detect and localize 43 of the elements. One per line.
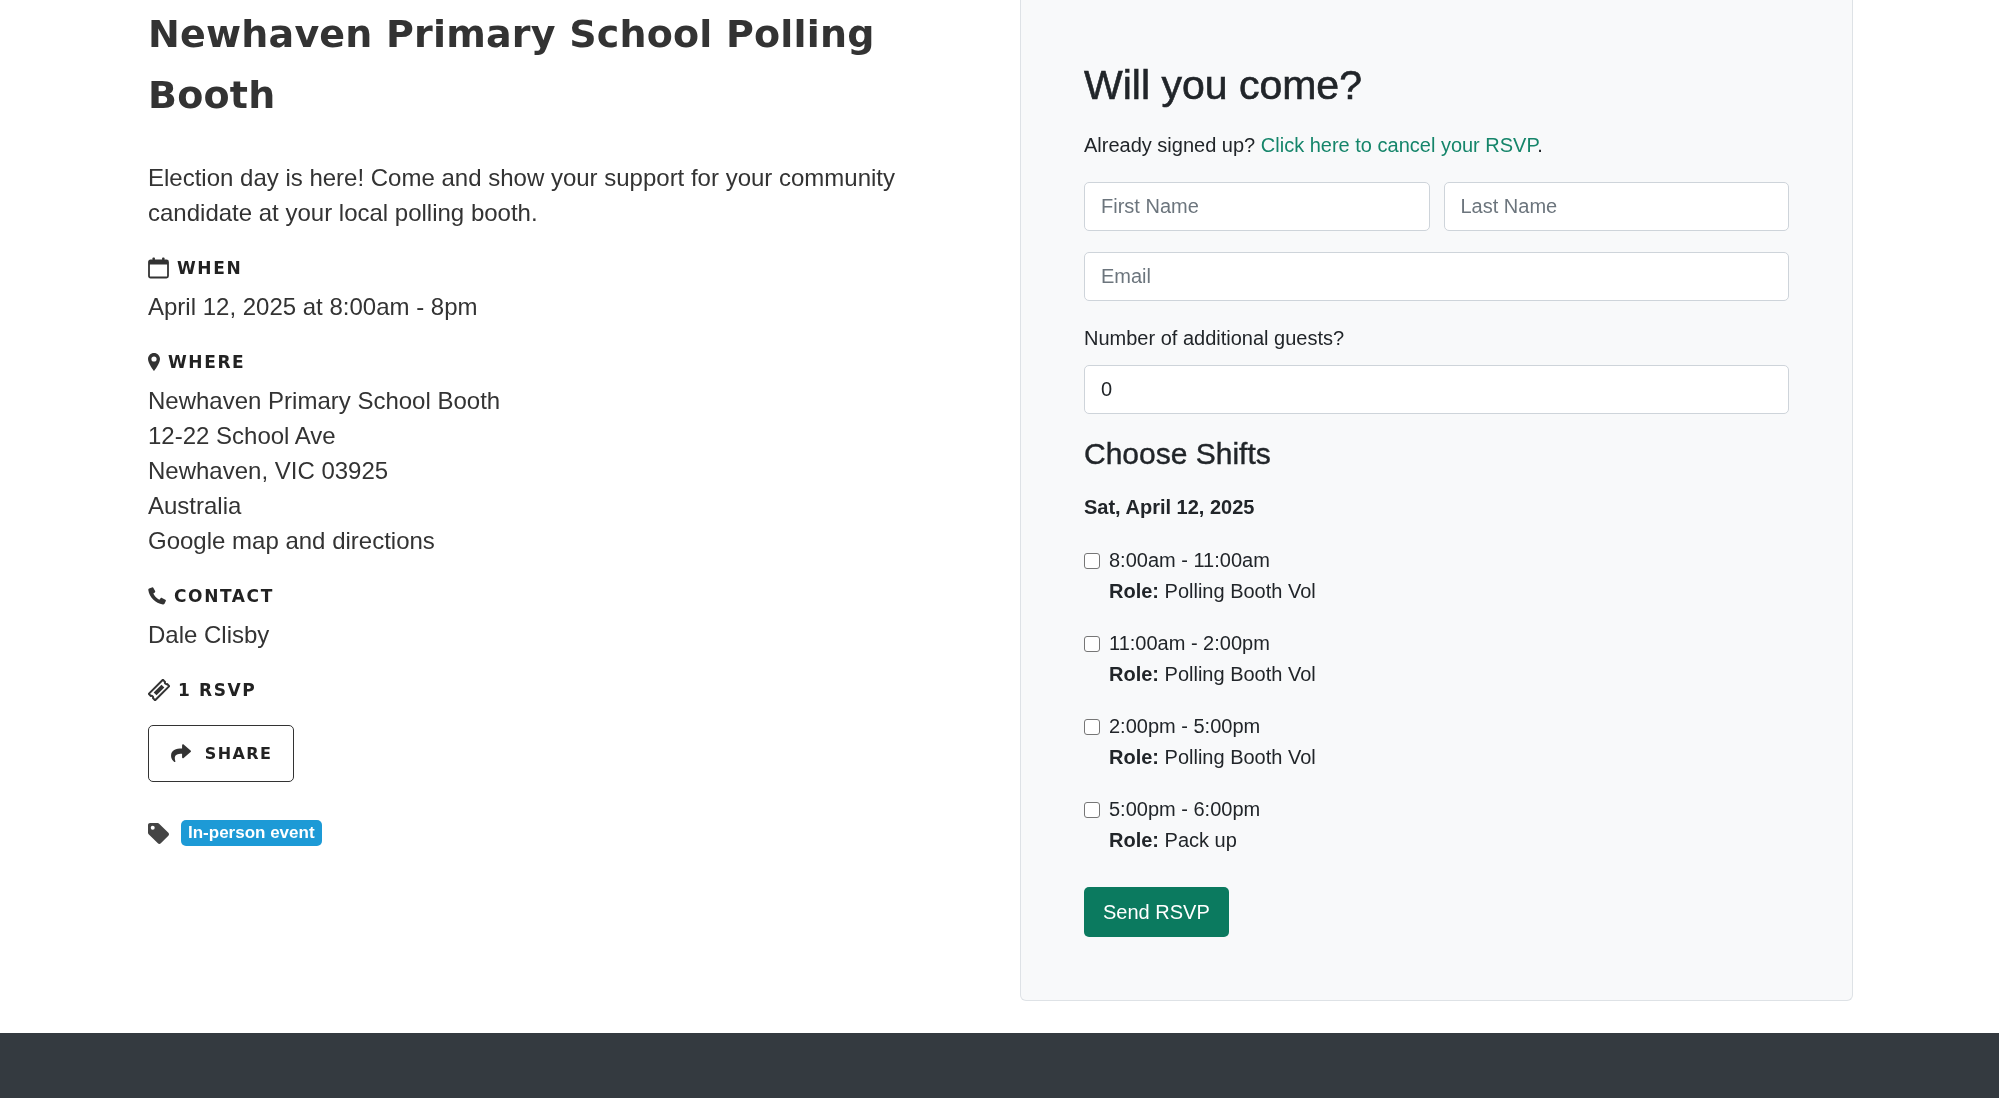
ticket-icon <box>148 679 170 701</box>
map-link[interactable]: Google map and directions <box>148 523 435 558</box>
shift-time[interactable]: 11:00am - 2:00pm <box>1109 628 1270 659</box>
section-heading: Choose Shifts <box>1084 436 1272 472</box>
input-field[interactable]: First Name <box>1084 182 1430 231</box>
rsvp-count: 1 RSVP <box>178 679 257 702</box>
number-field[interactable]: 0 <box>1084 365 1789 414</box>
shift-role: Role: Pack up <box>1108 828 1238 853</box>
checkbox[interactable] <box>1084 718 1100 735</box>
section-label: CONTACT <box>174 585 274 608</box>
event-title: Newhaven Primary School Polling Booth <box>148 11 876 119</box>
shift-date: Sat, April 12, 2025 <box>1084 495 1256 520</box>
detail-text: Newhaven, VIC 03925 <box>148 456 389 486</box>
detail-text: Dale Clisby <box>148 620 270 650</box>
shift-time[interactable]: 8:00am - 11:00am <box>1109 545 1270 576</box>
section-label: WHEN <box>177 257 243 280</box>
field-label: Number of additional guests? <box>1084 326 1346 351</box>
checkbox[interactable] <box>1084 801 1100 818</box>
tag-icon <box>148 822 169 844</box>
detail-text: Australia <box>148 491 242 521</box>
shift-time[interactable]: 5:00pm - 6:00pm <box>1109 794 1261 825</box>
detail-text: Newhaven Primary School Booth <box>148 386 501 416</box>
cancel-prompt: Already signed up? Click here to cancel your RSVP. <box>1084 133 1544 158</box>
input-field[interactable]: Email <box>1084 252 1789 301</box>
checkbox[interactable] <box>1084 552 1100 569</box>
form-title: Will you come? <box>1084 61 1363 110</box>
phone-icon <box>148 587 166 605</box>
send-rsvp-button[interactable]: Send RSVP <box>1084 887 1229 937</box>
checkbox[interactable] <box>1084 635 1100 652</box>
section-label: WHERE <box>168 351 246 374</box>
detail-text: 12-22 School Ave <box>148 421 336 451</box>
map-pin-icon <box>148 353 160 371</box>
share-button[interactable]: SHARE <box>148 725 294 782</box>
cancel-link[interactable]: Click here to cancel your RSVP <box>1260 134 1538 156</box>
calendar-icon <box>148 257 169 279</box>
event-description: Election day is here! Come and show your support for your community candidate at your local polling booth. <box>148 163 896 228</box>
detail-text: April 12, 2025 at 8:00am - 8pm <box>148 292 478 322</box>
share-arrow-icon <box>169 744 191 763</box>
shift-time[interactable]: 2:00pm - 5:00pm <box>1109 711 1261 742</box>
shift-role: Role: Polling Booth Vol <box>1108 662 1317 687</box>
input-field[interactable]: Last Name <box>1443 182 1789 231</box>
shift-role: Role: Polling Booth Vol <box>1108 579 1317 604</box>
shift-role: Role: Polling Booth Vol <box>1108 745 1317 770</box>
